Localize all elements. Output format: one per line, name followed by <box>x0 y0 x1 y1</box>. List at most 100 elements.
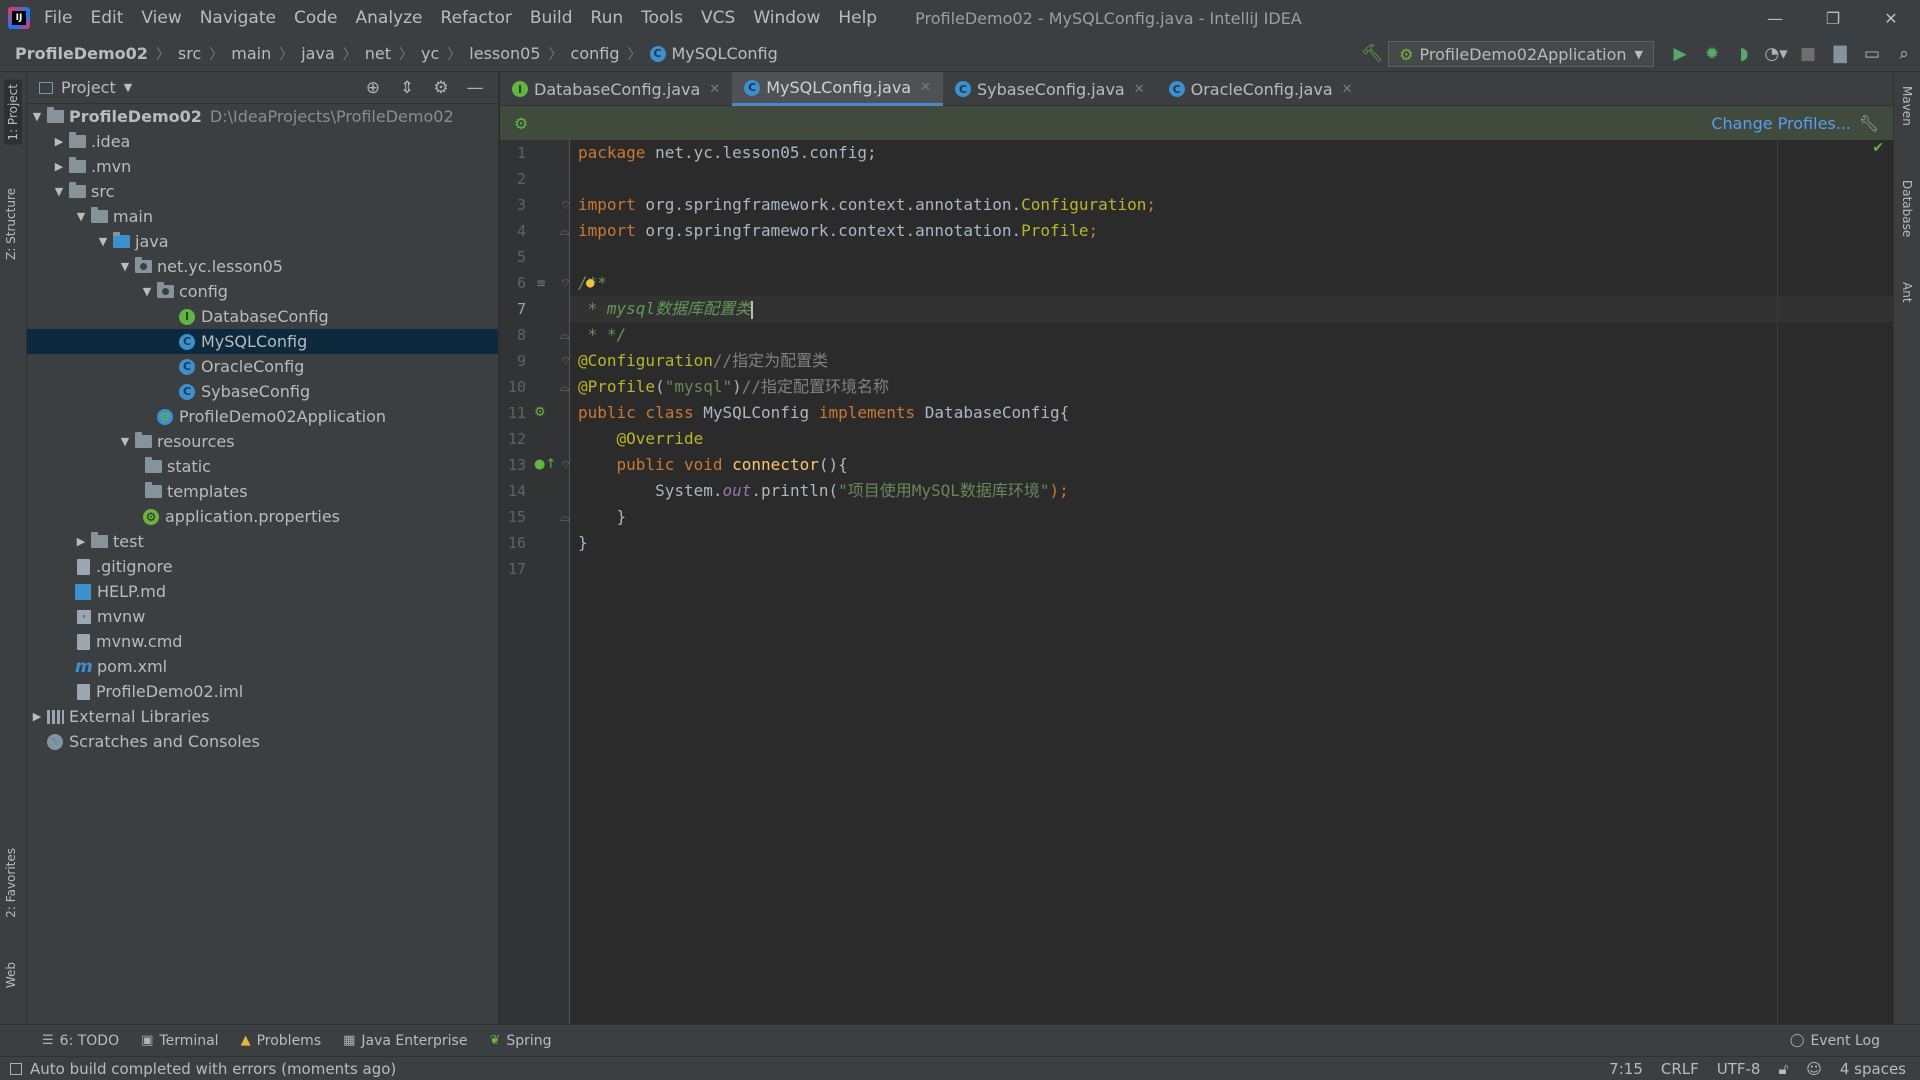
status-square-icon[interactable] <box>10 1062 22 1075</box>
tree-item[interactable]: m pom.xml <box>27 654 498 679</box>
tree-item[interactable]: HELP.md <box>27 579 498 604</box>
menu-view[interactable]: View <box>141 8 181 28</box>
tree-item[interactable]: ▶ .idea <box>27 129 498 154</box>
close-icon[interactable]: ✕ <box>1342 82 1353 97</box>
collapsed-arrow-icon[interactable]: ▶ <box>49 160 69 173</box>
fold-icon[interactable]: ⌓ <box>560 218 570 244</box>
fold-icon[interactable]: ⌓ <box>560 374 570 400</box>
hammer-icon[interactable]: 🔨︎ <box>1356 36 1388 72</box>
expanded-arrow-icon[interactable]: ▼ <box>137 285 157 298</box>
menu-tools[interactable]: Tools <box>641 8 683 28</box>
crumb-java[interactable]: java <box>301 44 335 63</box>
menu-build[interactable]: Build <box>530 8 573 28</box>
tree-item[interactable]: static <box>27 454 498 479</box>
tab-web-toolwindow[interactable]: Web <box>4 962 18 988</box>
tree-item[interactable]: ▼ java <box>27 229 498 254</box>
tab-ant-toolwindow[interactable]: Ant <box>1900 282 1914 303</box>
run-config-select[interactable]: ⚙︎ ProfileDemo02Application ▼ <box>1388 41 1654 67</box>
tab-favorites-toolwindow[interactable]: 2: Favorites <box>4 848 18 918</box>
debug-icon[interactable]: ✹ <box>1696 36 1728 72</box>
tree-item[interactable]: mvnw.cmd <box>27 629 498 654</box>
collapsed-arrow-icon[interactable]: ▶ <box>49 135 69 148</box>
hide-icon[interactable]: — <box>458 78 492 98</box>
crumb-net[interactable]: net <box>365 44 391 63</box>
tree-item[interactable]: ✎ Scratches and Consoles <box>27 729 498 754</box>
project-view-select[interactable]: Project <box>61 78 116 97</box>
problems-tool-button[interactable]: ▲ Problems <box>241 1033 322 1049</box>
inspection-ok-icon[interactable]: ✔ <box>1872 140 1884 156</box>
tree-item[interactable]: ▶ .mvn <box>27 154 498 179</box>
fold-icon[interactable]: ⌔ <box>560 192 571 218</box>
layout-icon[interactable]: ▭ <box>1856 36 1888 72</box>
tree-item[interactable]: C SybaseConfig <box>27 379 498 404</box>
doc-render-icon[interactable]: ≡ <box>536 270 546 296</box>
tree-item[interactable]: ▼ main <box>27 204 498 229</box>
spring-bean-gutter-icon[interactable]: ⚙︎ <box>534 400 546 426</box>
tree-item[interactable]: I DatabaseConfig <box>27 304 498 329</box>
tab-oracleconfig[interactable]: C OracleConfig.java ✕ <box>1157 72 1365 106</box>
status-message[interactable]: Auto build completed with errors (moment… <box>30 1060 396 1078</box>
crumb-yc[interactable]: yc <box>421 44 439 63</box>
tab-sybaseconfig[interactable]: C SybaseConfig.java ✕ <box>943 72 1157 106</box>
fold-icon[interactable]: ⌔ <box>560 270 571 296</box>
lightbulb-icon[interactable]: ● <box>586 270 594 296</box>
todo-tool-button[interactable]: ☰ 6: TODO <box>42 1033 119 1049</box>
event-log-button[interactable]: ◯ Event Log <box>1790 1033 1880 1049</box>
menu-code[interactable]: Code <box>294 8 338 28</box>
crumb-mysqlconfig[interactable]: MySQLConfig <box>672 44 778 63</box>
minimize-button[interactable]: — <box>1746 0 1804 36</box>
close-window-button[interactable]: ✕ <box>1862 0 1920 36</box>
change-profiles-link[interactable]: Change Profiles... <box>1711 114 1851 133</box>
menu-run[interactable]: Run <box>591 8 624 28</box>
tree-item[interactable]: ▼ resources <box>27 429 498 454</box>
gear-icon[interactable]: ⚙︎ <box>424 78 458 98</box>
close-icon[interactable]: ✕ <box>920 80 931 95</box>
tree-item[interactable]: › mvnw <box>27 604 498 629</box>
tab-project-toolwindow[interactable]: 1: Project <box>4 80 22 145</box>
caret-position[interactable]: 7:15 <box>1609 1060 1643 1078</box>
expanded-arrow-icon[interactable]: ▼ <box>71 210 91 223</box>
fold-icon[interactable]: ⌓ <box>560 504 570 530</box>
expanded-arrow-icon[interactable]: ▼ <box>115 260 135 273</box>
tree-item[interactable]: ▼ src <box>27 179 498 204</box>
tree-item[interactable]: ⚙︎ application.properties <box>27 504 498 529</box>
fold-icon[interactable]: ⌔ <box>560 348 571 374</box>
search-icon[interactable]: ⌕ <box>1888 36 1920 72</box>
tab-databaseconfig[interactable]: I DatabaseConfig.java ✕ <box>500 72 732 106</box>
expanded-arrow-icon[interactable]: ▼ <box>27 110 47 123</box>
wrench-icon[interactable]: 🔧︎ <box>1859 114 1879 133</box>
menu-edit[interactable]: Edit <box>90 8 123 28</box>
close-icon[interactable]: ✕ <box>709 82 720 97</box>
restore-button[interactable]: ❐ <box>1804 0 1862 36</box>
locate-icon[interactable]: ⊕ <box>356 78 390 98</box>
fold-icon[interactable]: ⌔ <box>560 452 571 478</box>
menu-window[interactable]: Window <box>753 8 820 28</box>
menu-vcs[interactable]: VCS <box>701 8 735 28</box>
tab-database-toolwindow[interactable]: Database <box>1900 180 1914 237</box>
expanded-arrow-icon[interactable]: ▼ <box>49 185 69 198</box>
tree-item[interactable]: C OracleConfig <box>27 354 498 379</box>
java-enterprise-tool-button[interactable]: ▦ Java Enterprise <box>343 1033 467 1049</box>
crumb-lesson05[interactable]: lesson05 <box>469 44 540 63</box>
line-separator[interactable]: CRLF <box>1661 1060 1699 1078</box>
terminal-tool-button[interactable]: ▣ Terminal <box>141 1033 218 1049</box>
inspector-icon[interactable]: ☺ <box>1806 1060 1822 1078</box>
fold-icon[interactable]: ⌓ <box>560 322 570 348</box>
menu-analyze[interactable]: Analyze <box>356 8 423 28</box>
file-encoding[interactable]: UTF-8 <box>1717 1060 1761 1078</box>
code-editor[interactable]: package net.yc.lesson05.config; import o… <box>570 140 1893 1024</box>
tab-maven-toolwindow[interactable]: Maven <box>1900 86 1914 126</box>
crumb-project[interactable]: ProfileDemo02 <box>15 44 148 63</box>
expanded-arrow-icon[interactable]: ▼ <box>115 435 135 448</box>
crumb-main[interactable]: main <box>231 44 271 63</box>
tree-item[interactable]: ▶ External Libraries <box>27 704 498 729</box>
tree-item[interactable]: ▼ ProfileDemo02 D:\IdeaProjects\ProfileD… <box>27 104 498 129</box>
tree-item-selected[interactable]: C MySQLConfig <box>27 329 498 354</box>
menu-file[interactable]: File <box>44 8 72 28</box>
coverage-icon[interactable]: ◗ <box>1728 36 1760 72</box>
profile-icon[interactable]: ◔▾ <box>1760 36 1792 72</box>
override-method-icon[interactable]: ●↑ <box>534 452 556 478</box>
tree-item[interactable]: ProfileDemo02.iml <box>27 679 498 704</box>
tree-item[interactable]: ▼ config <box>27 279 498 304</box>
menu-help[interactable]: Help <box>838 8 877 28</box>
